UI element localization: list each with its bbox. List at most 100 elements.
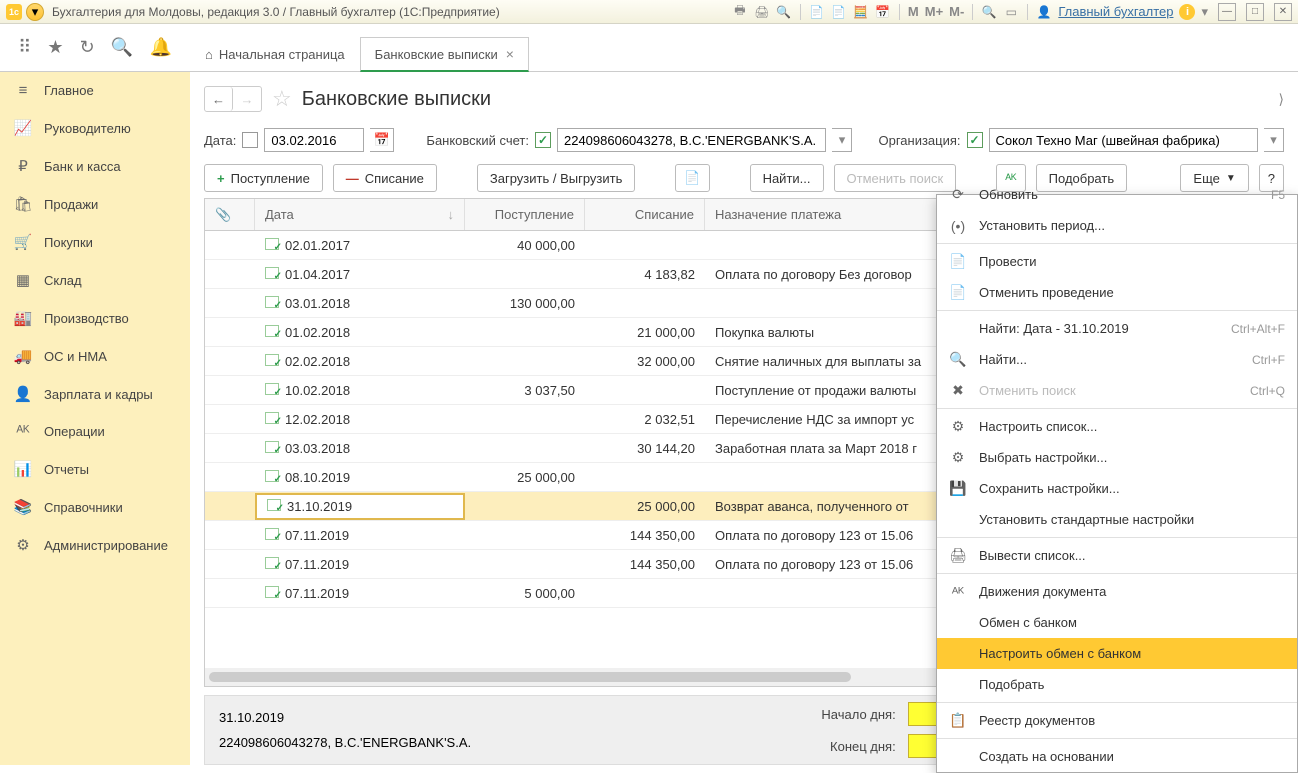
print-preview-icon[interactable]: 🖶 [732, 4, 748, 20]
notifications-icon[interactable]: 🔔 [149, 37, 171, 58]
org-checkbox[interactable]: ✓ [967, 132, 983, 148]
forward-button[interactable]: → [233, 87, 261, 111]
menu-label-12: Сохранить настройки... [979, 481, 1285, 496]
cell-date: 03.03.2018 [255, 437, 465, 460]
menu-item-4[interactable]: 📄Отменить проведение [937, 277, 1297, 308]
print-icon[interactable]: 🖨 [754, 4, 770, 20]
tab-home[interactable]: ⌂ Начальная страница [190, 38, 360, 71]
menu-item-22[interactable]: 📋Реестр документов [937, 705, 1297, 736]
col-date[interactable]: Дата↓ [255, 199, 465, 230]
menu-item-13[interactable]: Установить стандартные настройки [937, 504, 1297, 535]
sidebar-label-9: Операции [44, 424, 105, 439]
cell-income: 40 000,00 [465, 234, 585, 257]
menu-label-6: Найти: Дата - 31.10.2019 [979, 321, 1219, 336]
menu-item-18[interactable]: Обмен с банком [937, 607, 1297, 638]
menu-item-15[interactable]: 🖨Вывести список... [937, 540, 1297, 571]
doc1-icon[interactable]: 📄 [809, 4, 825, 20]
sidebar-label-7: ОС и НМА [44, 349, 107, 364]
menu-item-10[interactable]: ⚙Настроить список... [937, 411, 1297, 442]
sidebar-item-6[interactable]: 🏭Производство [0, 299, 190, 337]
info-chevron-icon[interactable]: ▾ [1201, 4, 1208, 20]
income-button[interactable]: +Поступление [204, 164, 323, 192]
close-button[interactable]: ✕ [1274, 3, 1292, 21]
favorite-star-icon[interactable]: ☆ [272, 86, 292, 112]
sidebar-item-4[interactable]: 🛒Покупки [0, 223, 190, 261]
memory-mminus[interactable]: M- [949, 4, 964, 19]
menu-item-17[interactable]: ᴬᴷДвижения документа [937, 576, 1297, 607]
sidebar-icon-10: 📊 [14, 460, 32, 478]
maximize-button[interactable]: □ [1246, 3, 1264, 21]
menu-item-20[interactable]: Подобрать [937, 669, 1297, 700]
org-combo-dropdown-button[interactable]: ▾ [1264, 128, 1284, 152]
tab-bank-statements[interactable]: Банковские выписки × [360, 37, 529, 72]
col-outcome[interactable]: Списание [585, 199, 705, 230]
menu-shortcut-6: Ctrl+Alt+F [1231, 322, 1285, 336]
memory-mplus[interactable]: M+ [925, 4, 943, 19]
menu-item-3[interactable]: 📄Провести [937, 246, 1297, 277]
menu-item-7[interactable]: 🔍Найти...Ctrl+F [937, 344, 1297, 375]
page-menu-chevron-icon[interactable]: ⟩ [1279, 91, 1284, 108]
history-icon[interactable]: ↻ [80, 37, 95, 58]
menu-item-24[interactable]: Создать на основании [937, 741, 1297, 772]
date-checkbox[interactable] [242, 132, 258, 148]
col-income[interactable]: Поступление [465, 199, 585, 230]
calendar-icon[interactable]: 📅 [875, 4, 891, 20]
menu-label-11: Выбрать настройки... [979, 450, 1285, 465]
search-global-icon[interactable]: 🔍 [776, 4, 792, 20]
sidebar-item-3[interactable]: 🛍Продажи [0, 185, 190, 223]
outcome-button[interactable]: —Списание [333, 164, 437, 192]
cell-income [465, 357, 585, 365]
back-button[interactable]: ← [205, 87, 233, 111]
cell-date: 07.11.2019 [255, 553, 465, 576]
cell-date: 07.11.2019 [255, 582, 465, 605]
info-icon[interactable]: i [1179, 4, 1195, 20]
sidebar-item-9[interactable]: ᴬᴷОперации [0, 413, 190, 450]
memory-m[interactable]: M [908, 4, 919, 19]
org-combo[interactable]: Сокол Техно Маг (швейная фабрика) [989, 128, 1259, 152]
zoom-icon[interactable]: 🔍 [981, 4, 997, 20]
status-account: 224098606043278, B.C.'ENERGBANK'S.A. [219, 735, 471, 750]
sidebar-item-0[interactable]: ≡Главное [0, 72, 190, 109]
menu-icon-11: ⚙ [949, 449, 967, 466]
sidebar-item-11[interactable]: 📚Справочники [0, 488, 190, 526]
app-menu-button[interactable]: ▾ [26, 3, 44, 21]
date-input[interactable] [264, 128, 364, 152]
menu-label-18: Обмен с банком [979, 615, 1285, 630]
menu-item-6[interactable]: Найти: Дата - 31.10.2019 Ctrl+Alt+F [937, 313, 1297, 344]
apps-icon[interactable]: ⠿ [18, 37, 31, 58]
menu-item-11[interactable]: ⚙ Выбрать настройки... [937, 442, 1297, 473]
menu-item-19[interactable]: Настроить обмен с банком [937, 638, 1297, 669]
cell-date: 08.10.2019 [255, 466, 465, 489]
menu-item-0[interactable]: ⟳ОбновитьF5 [937, 179, 1297, 210]
sidebar-item-8[interactable]: 👤Зарплата и кадры [0, 375, 190, 413]
calc-icon[interactable]: 🧮 [853, 4, 869, 20]
bank-account-combo[interactable]: 224098606043278, B.C.'ENERGBANK'S.A. [557, 128, 827, 152]
sidebar-item-7[interactable]: 🚚 ОС и НМА [0, 337, 190, 375]
menu-icon-15: 🖨 [949, 547, 967, 564]
refresh-doc-button[interactable]: 📄 [675, 164, 709, 192]
col-mark[interactable]: 📎 [205, 199, 255, 230]
load-unload-button[interactable]: Загрузить / Выгрузить [477, 164, 635, 192]
sidebar-icon-7: 🚚 [14, 347, 32, 365]
window-mode-icon[interactable]: ▭ [1003, 4, 1019, 20]
menu-item-12[interactable]: 💾Сохранить настройки... [937, 473, 1297, 504]
sidebar-icon-0: ≡ [14, 82, 32, 99]
bank-combo-dropdown-button[interactable]: ▾ [832, 128, 852, 152]
sidebar-item-1[interactable]: 📈Руководителю [0, 109, 190, 147]
menu-label-0: Обновить [979, 187, 1259, 202]
menu-item-1[interactable]: (•)Установить период... [937, 210, 1297, 241]
date-picker-button[interactable]: 📅 [370, 128, 394, 152]
sidebar-item-5[interactable]: ▦Склад [0, 261, 190, 299]
sidebar-item-2[interactable]: ₽Банк и касса [0, 147, 190, 185]
tab-close-icon[interactable]: × [506, 46, 514, 62]
favorites-icon[interactable]: ★ [47, 37, 63, 58]
sidebar-item-12[interactable]: ⚙Администрирование [0, 526, 190, 564]
search-icon[interactable]: 🔍 [111, 37, 133, 58]
user-link[interactable]: Главный бухгалтер [1058, 4, 1173, 19]
menu-icon-0: ⟳ [949, 186, 967, 203]
bank-checkbox[interactable]: ✓ [535, 132, 551, 148]
find-button[interactable]: Найти... [750, 164, 824, 192]
doc2-icon[interactable]: 📄 [831, 4, 847, 20]
minimize-button[interactable]: — [1218, 3, 1236, 21]
sidebar-item-10[interactable]: 📊Отчеты [0, 450, 190, 488]
